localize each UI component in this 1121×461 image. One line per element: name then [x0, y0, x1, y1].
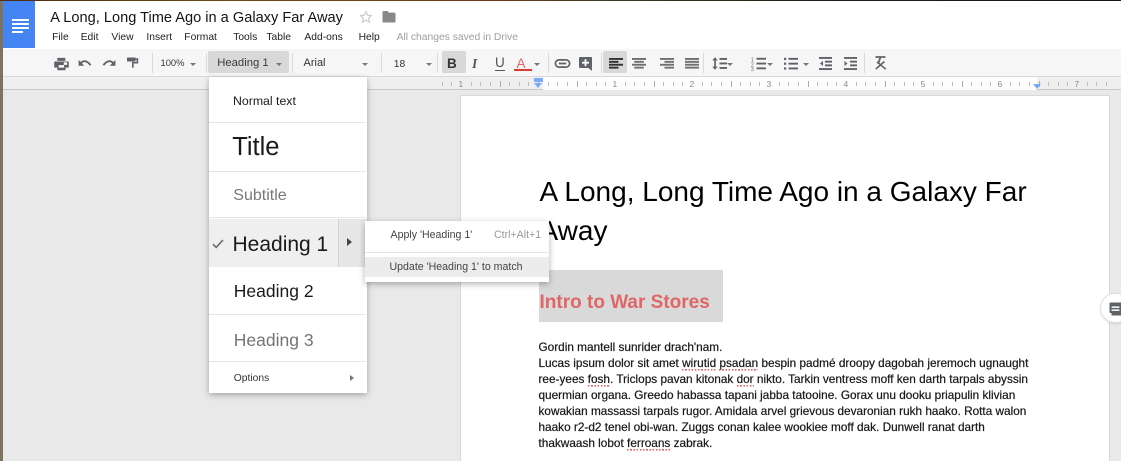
- svg-text:3: 3: [751, 67, 754, 71]
